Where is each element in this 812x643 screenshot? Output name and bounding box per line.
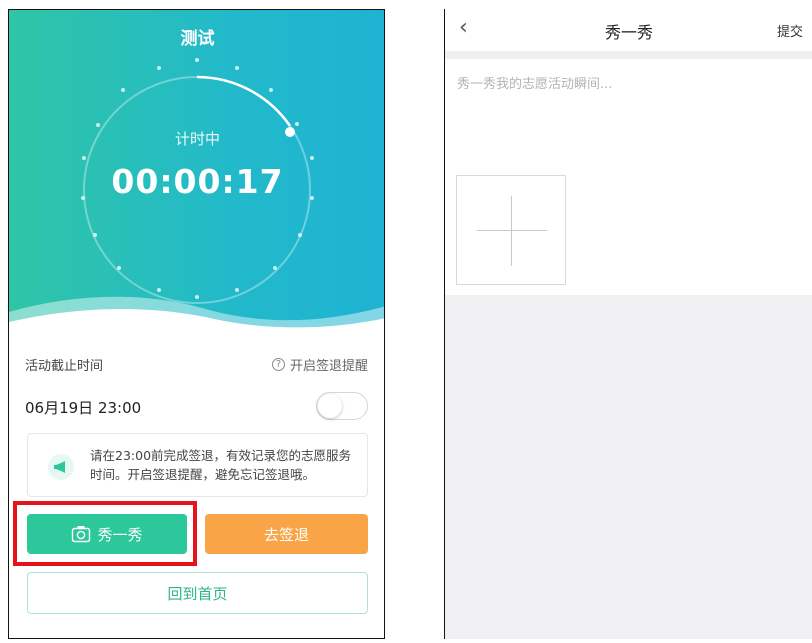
post-text-input[interactable]: 秀一秀我的志愿活动瞬间...: [457, 73, 612, 92]
megaphone-icon: [48, 454, 74, 480]
timer-value: 00:00:17: [111, 162, 284, 201]
reminder-label: 开启签退提醒: [289, 359, 368, 374]
timer-ring: [81, 58, 314, 304]
toggle-knob: [318, 394, 342, 418]
reminder-toggle[interactable]: [316, 392, 368, 420]
divider: [445, 51, 812, 59]
highlight-box: [13, 501, 197, 566]
submit-button[interactable]: 提交: [777, 21, 803, 40]
timer-header: 测试 计时中 00:00:17: [9, 10, 384, 330]
notice-text: 请在23:00前完成签退，有效记录您的志愿服务时间。开启签退提醒，避免忘记签退哦…: [90, 448, 352, 482]
add-photo-button[interactable]: [456, 175, 566, 285]
home-button[interactable]: 回到首页: [27, 572, 368, 614]
wave-decoration: [9, 296, 384, 330]
reminder-label-group: ? 开启签退提醒: [271, 355, 368, 374]
timer-status: 计时中: [174, 130, 220, 148]
notice-card: 请在23:00前完成签退，有效记录您的志愿服务时间。开启签退提醒，避免忘记签退哦…: [27, 433, 368, 497]
nav-bar: ‹ 秀一秀 提交: [445, 9, 812, 51]
composer: 秀一秀我的志愿活动瞬间...: [445, 59, 812, 295]
nav-title: 秀一秀: [604, 23, 653, 42]
home-button-label: 回到首页: [167, 584, 228, 603]
signout-button-label: 去签退: [263, 525, 309, 544]
empty-area: [445, 295, 812, 639]
signout-button[interactable]: 去签退: [205, 514, 368, 554]
help-icon[interactable]: ?: [271, 358, 285, 371]
show-screen: ‹ 秀一秀 提交 秀一秀我的志愿活动瞬间...: [444, 9, 812, 639]
timer-screen: 测试 计时中 00:00:17 活动截止时间 ? 开启签退提醒 06月19日 2…: [8, 9, 385, 639]
